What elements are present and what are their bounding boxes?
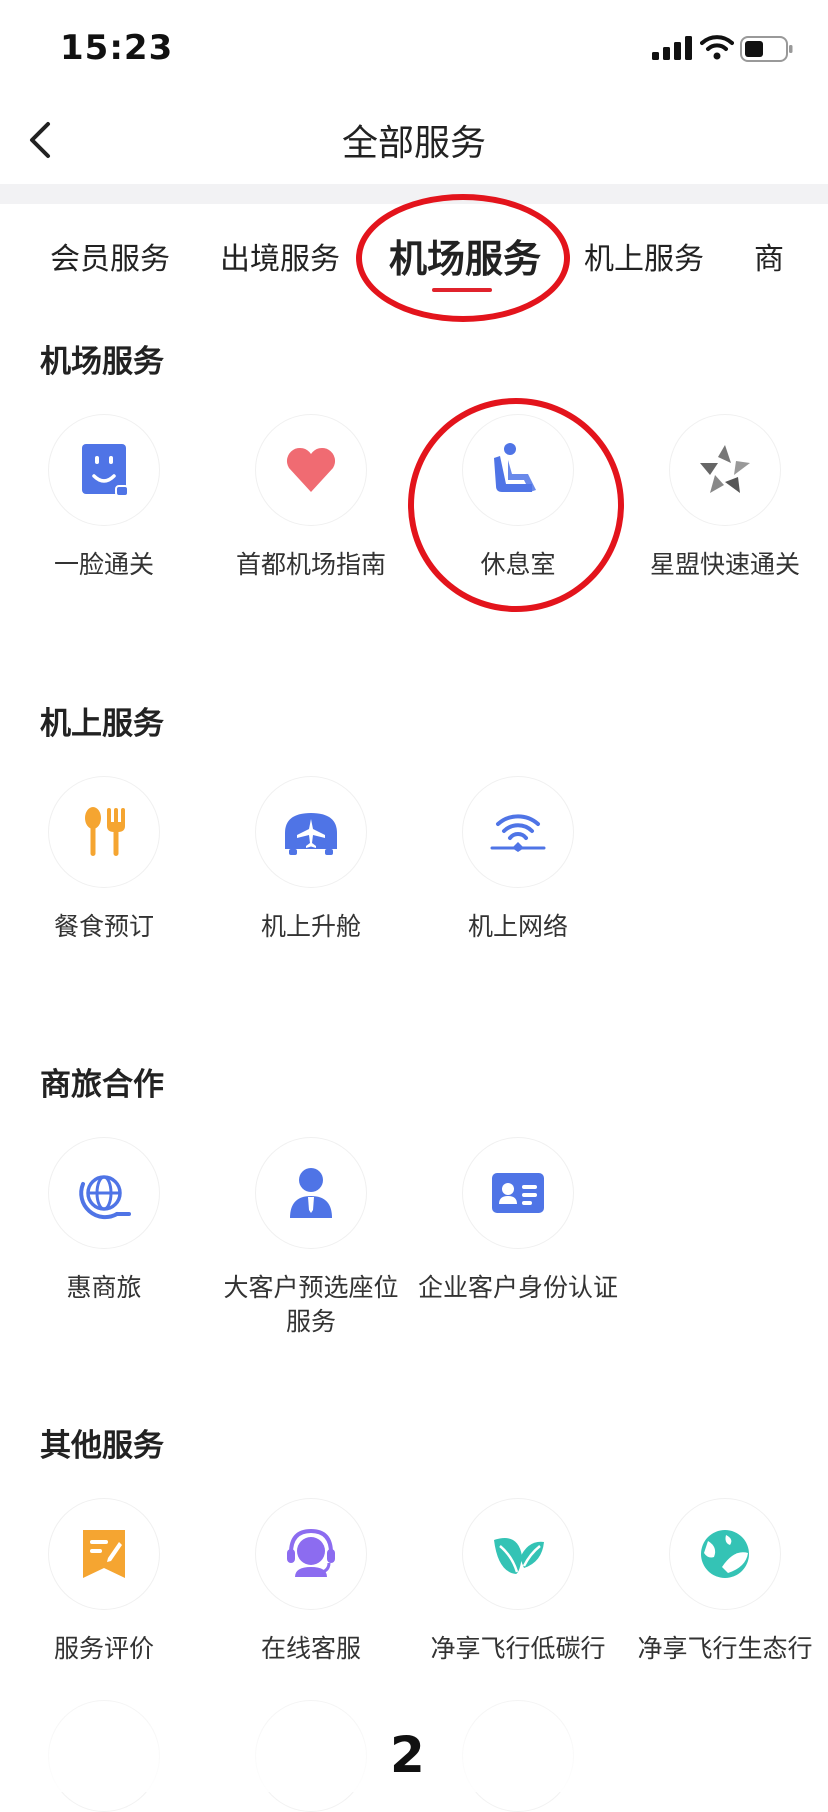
service-inflight-wifi[interactable]: 机上网络 — [414, 776, 622, 944]
upgrade-plane-icon — [285, 813, 337, 855]
heart-icon — [286, 447, 336, 492]
service-label: 一脸通关 — [53, 550, 154, 579]
service-label: 首都机场指南 — [235, 550, 386, 579]
globe-icon — [79, 1175, 131, 1220]
review-icon — [83, 1530, 125, 1578]
wifi-plane-icon — [490, 814, 546, 852]
service-star-alliance-fast-track[interactable]: 星盟快速通关 — [621, 414, 828, 582]
service-corporate-identity-verification[interactable]: 企业客户身份认证 — [414, 1137, 622, 1305]
service-label: 星盟快速通关 — [649, 550, 800, 579]
service-label: 净享飞行低碳行 — [430, 1634, 606, 1663]
service-inflight-upgrade[interactable]: 机上升舱 — [207, 776, 415, 944]
person-icon — [290, 1168, 332, 1218]
section-title-other: 其他服务 — [40, 1428, 164, 1464]
header-divider — [0, 184, 828, 204]
tab-member-services[interactable]: 会员服务 — [50, 234, 170, 278]
page-number: 2 — [390, 1726, 425, 1784]
service-label: 在线客服 — [260, 1634, 361, 1663]
service-label: 服务评价 — [53, 1634, 154, 1663]
wifi-icon — [700, 35, 734, 60]
service-review[interactable]: 服务评价 — [0, 1498, 208, 1666]
service-label: 大客户预选座位服务 — [223, 1273, 399, 1336]
face-icon — [82, 444, 128, 497]
service-label: 净享飞行生态行 — [637, 1634, 813, 1663]
service-online-support[interactable]: 在线客服 — [207, 1498, 415, 1666]
signal-icon — [652, 36, 692, 60]
status-time: 15:23 — [60, 28, 174, 68]
tab-business-partial[interactable]: 商 — [754, 234, 784, 278]
eco-globe-icon — [701, 1530, 749, 1578]
tab-departure-services[interactable]: 出境服务 — [220, 234, 340, 278]
seat-icon — [494, 443, 536, 492]
tab-airport-services[interactable]: 机场服务 — [389, 228, 541, 283]
service-meal-booking[interactable]: 餐食预订 — [0, 776, 208, 944]
service-key-account-seat-selection[interactable]: 大客户预选座位服务 — [207, 1137, 415, 1339]
active-tab-indicator — [432, 288, 492, 292]
star-alliance-icon — [700, 445, 750, 493]
service-label: 机上网络 — [467, 912, 568, 941]
service-tabs: 会员服务 出境服务 机场服务 机上服务 商 — [0, 204, 828, 304]
service-low-carbon-flight[interactable]: 净享飞行低碳行 — [414, 1498, 622, 1666]
section-title-inflight: 机上服务 — [40, 706, 164, 742]
service-eco-flight[interactable]: 净享飞行生态行 — [621, 1498, 828, 1666]
service-lounge[interactable]: 休息室 — [414, 414, 622, 582]
service-face-clearance[interactable]: 一脸通关 — [0, 414, 208, 582]
battery-icon — [740, 36, 793, 62]
dining-icon — [85, 807, 125, 856]
leaf-icon — [494, 1538, 544, 1574]
service-capital-airport-guide[interactable]: 首都机场指南 — [207, 414, 415, 582]
section-title-airport: 机场服务 — [40, 344, 164, 380]
id-card-icon — [492, 1173, 544, 1213]
page-title: 全部服务 — [341, 123, 486, 164]
service-label: 企业客户身份认证 — [417, 1273, 618, 1302]
service-label: 惠商旅 — [66, 1273, 142, 1302]
service-label: 餐食预订 — [53, 912, 154, 941]
headset-icon — [287, 1528, 335, 1577]
service-hui-business-travel[interactable]: 惠商旅 — [0, 1137, 208, 1305]
section-title-business: 商旅合作 — [40, 1067, 164, 1103]
service-label: 休息室 — [480, 550, 556, 579]
status-bar: 15:23 — [0, 0, 828, 100]
service-label: 机上升舱 — [260, 912, 361, 941]
tab-inflight-services[interactable]: 机上服务 — [584, 234, 704, 278]
